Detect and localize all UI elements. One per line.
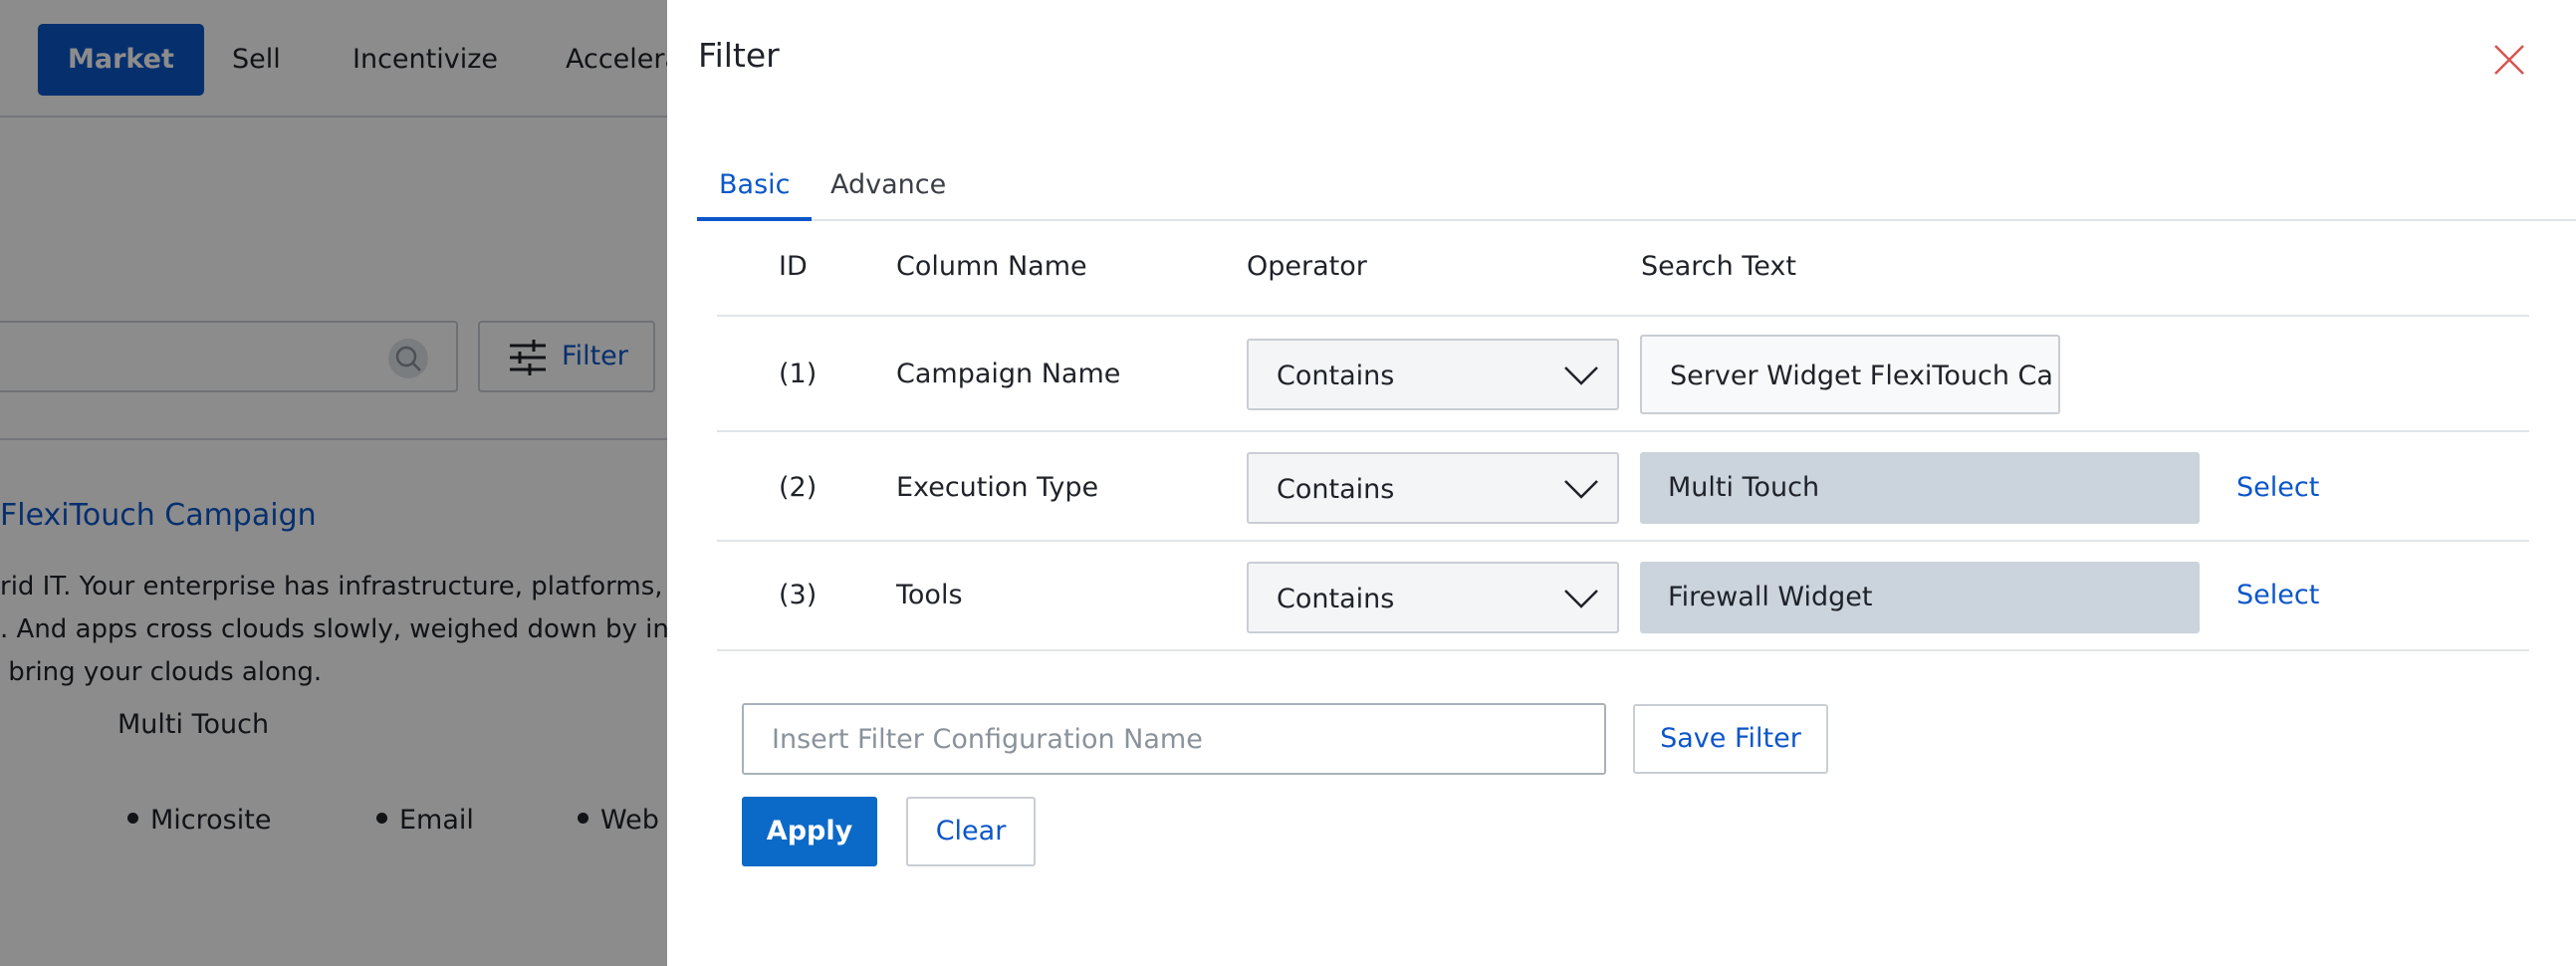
filter-tabs: Basic Advance <box>697 149 2576 221</box>
tab-advance[interactable]: Advance <box>809 159 968 221</box>
row-column-name: Campaign Name <box>896 359 1121 389</box>
operator-select[interactable]: Contains <box>1247 452 1619 524</box>
header-column-name: Column Name <box>896 251 1087 282</box>
row-column-name: Tools <box>896 580 963 610</box>
chevron-down-icon <box>1564 590 1598 608</box>
operator-value: Contains <box>1277 361 1395 391</box>
search-text-readonly: Firewall Widget <box>1640 562 2200 633</box>
search-text-value: Server Widget FlexiTouch Ca <box>1670 361 2053 391</box>
search-text-value: Multi Touch <box>1668 472 1820 503</box>
operator-value: Contains <box>1277 584 1395 614</box>
header-search-text: Search Text <box>1641 251 1796 282</box>
table-header: ID Column Name Operator Search Text <box>717 221 2529 317</box>
filter-config-name-input[interactable] <box>742 703 1606 775</box>
operator-select[interactable]: Contains <box>1247 562 1619 633</box>
table-row: (1) Campaign Name Contains Server Widget… <box>717 317 2529 432</box>
operator-select[interactable]: Contains <box>1247 339 1619 410</box>
close-icon[interactable] <box>2489 40 2529 80</box>
header-operator: Operator <box>1247 251 1367 282</box>
select-link[interactable]: Select <box>2236 580 2319 610</box>
chevron-down-icon <box>1564 366 1598 385</box>
row-id: (1) <box>779 359 818 389</box>
chevron-down-icon <box>1564 480 1598 499</box>
row-column-name: Execution Type <box>896 472 1099 503</box>
clear-button[interactable]: Clear <box>906 797 1036 866</box>
header-id: ID <box>779 251 808 282</box>
row-id: (3) <box>779 580 818 610</box>
table-row: (2) Execution Type Contains Multi Touch … <box>717 432 2529 542</box>
drawer-title: Filter <box>698 36 780 75</box>
apply-button[interactable]: Apply <box>742 797 877 866</box>
search-text-readonly: Multi Touch <box>1640 452 2200 524</box>
row-id: (2) <box>779 472 818 503</box>
tab-basic[interactable]: Basic <box>697 159 813 221</box>
filter-drawer: Filter Basic Advance ID Column Name Oper… <box>667 0 2576 966</box>
search-text-input[interactable]: Server Widget FlexiTouch Ca <box>1640 335 2060 414</box>
save-filter-button[interactable]: Save Filter <box>1633 704 1828 774</box>
search-text-value: Firewall Widget <box>1668 582 1873 612</box>
operator-value: Contains <box>1277 474 1395 505</box>
table-row: (3) Tools Contains Firewall Widget Selec… <box>717 542 2529 651</box>
select-link[interactable]: Select <box>2236 472 2319 503</box>
